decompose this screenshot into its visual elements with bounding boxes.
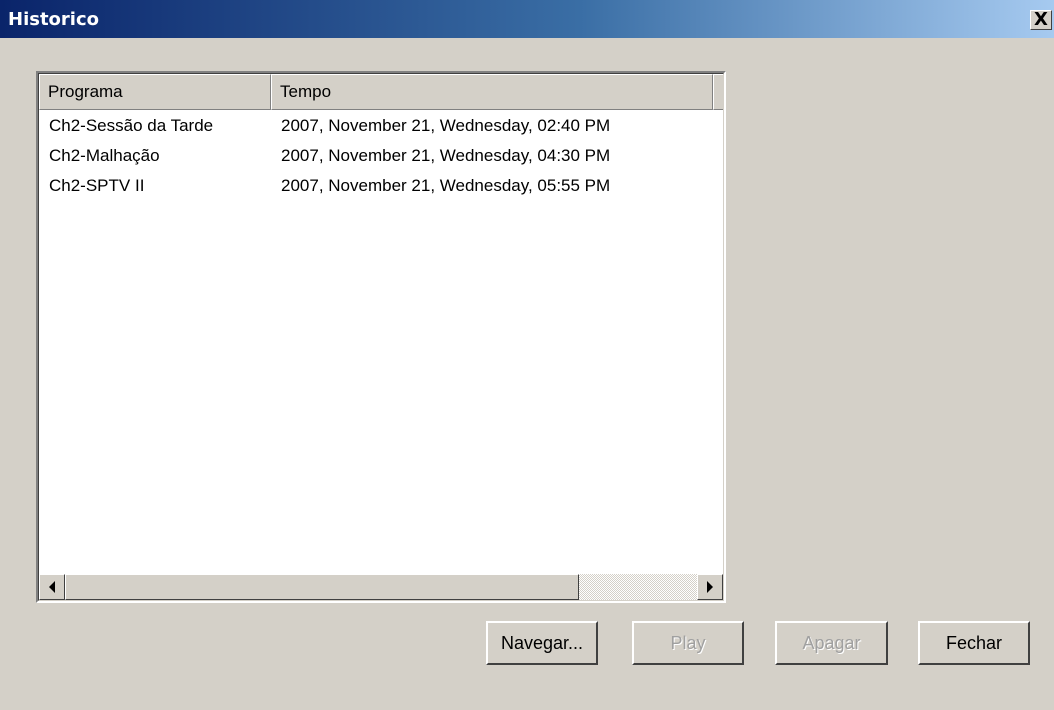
- list-item[interactable]: Ch2-SPTV II 2007, November 21, Wednesday…: [39, 171, 723, 201]
- cell-tempo: 2007, November 21, Wednesday, 05:55 PM: [281, 176, 611, 195]
- navegar-button[interactable]: Navegar...: [486, 621, 598, 665]
- column-header-tempo[interactable]: Tempo: [271, 74, 713, 110]
- horizontal-scrollbar[interactable]: [39, 574, 723, 600]
- cell-tempo: 2007, November 21, Wednesday, 02:40 PM: [281, 116, 611, 135]
- close-icon: X: [1034, 9, 1048, 30]
- scroll-right-button[interactable]: [697, 574, 723, 600]
- cell-programa: Ch2-Malhação: [49, 146, 160, 165]
- column-header-programa[interactable]: Programa: [39, 74, 271, 110]
- scroll-left-button[interactable]: [39, 574, 65, 600]
- arrow-left-icon: [49, 581, 55, 593]
- column-header-filler: [713, 74, 723, 110]
- fechar-button[interactable]: Fechar: [918, 621, 1030, 665]
- list-item[interactable]: Ch2-Malhação 2007, November 21, Wednesda…: [39, 141, 723, 171]
- cell-tempo: 2007, November 21, Wednesday, 04:30 PM: [281, 146, 611, 165]
- arrow-right-icon: [707, 581, 713, 593]
- play-button[interactable]: Play: [632, 621, 744, 665]
- list-header: Programa Tempo: [39, 74, 723, 110]
- list-item[interactable]: Ch2-Sessão da Tarde 2007, November 21, W…: [39, 111, 723, 141]
- close-button[interactable]: X: [1030, 10, 1052, 30]
- history-list[interactable]: Programa Tempo Ch2-Sessão da Tarde 2007,…: [36, 71, 726, 603]
- scrollbar-thumb[interactable]: [65, 574, 579, 600]
- cell-programa: Ch2-Sessão da Tarde: [49, 116, 214, 135]
- window-title: Historico: [8, 9, 100, 30]
- cell-programa: Ch2-SPTV II: [49, 176, 145, 195]
- title-bar[interactable]: Historico X: [0, 0, 1054, 38]
- historico-window: Historico X Programa Tempo Ch2-Sessão da…: [0, 0, 1054, 710]
- apagar-button[interactable]: Apagar: [775, 621, 888, 665]
